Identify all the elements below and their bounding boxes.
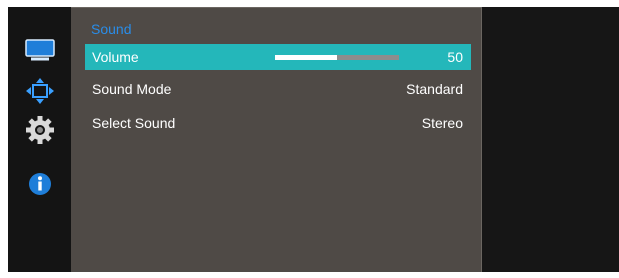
position-arrows-icon[interactable] [23, 78, 57, 104]
volume-row[interactable]: Volume 50 [85, 44, 471, 70]
select-sound-value: Stereo [421, 115, 463, 131]
volume-label: Volume [92, 49, 139, 65]
sound-mode-label: Sound Mode [92, 81, 172, 97]
volume-value: 50 [447, 49, 463, 65]
select-sound-row[interactable]: Select Sound Stereo [85, 110, 471, 136]
sound-mode-row[interactable]: Sound Mode Standard [85, 76, 471, 102]
volume-slider[interactable] [275, 55, 399, 60]
side-panel [482, 7, 619, 272]
osd-menu: Sound Volume 50 Sound Mode Standard Sele… [8, 7, 619, 272]
gear-icon[interactable] [23, 115, 57, 144]
info-icon[interactable] [23, 171, 57, 197]
icon-rail [8, 7, 71, 272]
volume-slider-fill [275, 55, 337, 60]
sound-mode-value: Standard [406, 81, 463, 97]
select-sound-label: Select Sound [92, 115, 176, 131]
menu-title: Sound [91, 21, 132, 37]
sound-menu-panel: Sound Volume 50 Sound Mode Standard Sele… [71, 7, 482, 272]
monitor-icon[interactable] [23, 38, 57, 64]
